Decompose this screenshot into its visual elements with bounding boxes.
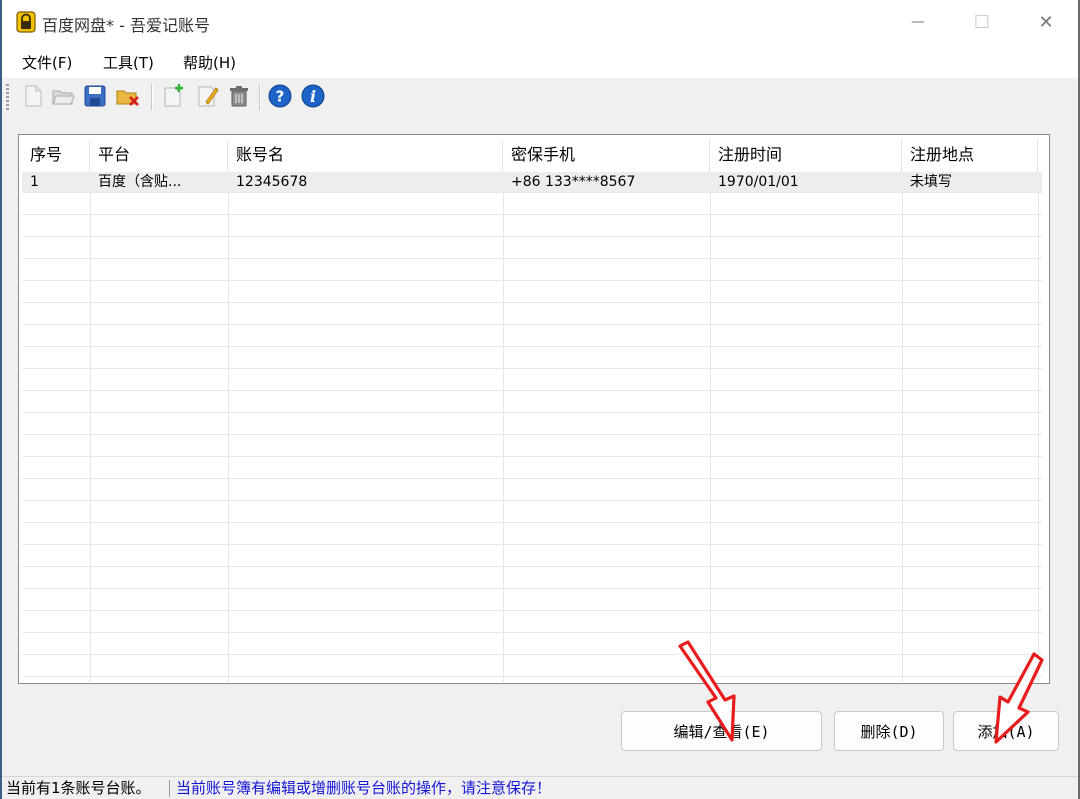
new-file-icon[interactable] bbox=[20, 83, 46, 109]
empty-row bbox=[22, 590, 1042, 611]
empty-row bbox=[22, 656, 1042, 677]
table-row[interactable]: 1 百度（含贴... 12345678 +86 133****8567 1970… bbox=[22, 172, 1042, 193]
cell-platform: 百度（含贴... bbox=[98, 174, 182, 190]
column-header-phone[interactable]: 密保手机 bbox=[503, 140, 710, 172]
empty-row bbox=[22, 238, 1042, 259]
status-record-count: 当前有1条账号台账。 bbox=[6, 779, 151, 797]
column-header-index[interactable]: 序号 bbox=[22, 140, 90, 172]
menu-help[interactable]: 帮助(H) bbox=[183, 52, 236, 73]
empty-row bbox=[22, 194, 1042, 215]
window-left-edge bbox=[0, 0, 2, 799]
window-title: 百度网盘* - 吾爱记账号 bbox=[42, 16, 210, 35]
menu-file[interactable]: 文件(F) bbox=[22, 52, 72, 73]
column-header-reg-place[interactable]: 注册地点 bbox=[902, 140, 1038, 172]
add-button[interactable]: 添加(A) bbox=[953, 711, 1059, 751]
empty-row bbox=[22, 326, 1042, 347]
menu-bar: 文件(F) 工具(T) 帮助(H) bbox=[2, 44, 1078, 78]
edit-view-button[interactable]: 编辑/查看(E) bbox=[621, 711, 822, 751]
empty-row bbox=[22, 282, 1042, 303]
svg-text:?: ? bbox=[276, 88, 285, 106]
info-icon[interactable]: i bbox=[300, 83, 326, 109]
empty-row bbox=[22, 524, 1042, 545]
status-save-warning: 当前账号簿有编辑或增删账号台账的操作，请注意保存！ bbox=[176, 779, 552, 797]
empty-row bbox=[22, 568, 1042, 589]
empty-row bbox=[22, 634, 1042, 655]
cell-reg-date: 1970/01/01 bbox=[718, 174, 799, 190]
save-icon[interactable] bbox=[82, 83, 108, 109]
delete-button[interactable]: 删除(D) bbox=[834, 711, 944, 751]
close-icon: ✕ bbox=[1038, 11, 1054, 33]
account-list[interactable]: 序号 平台 账号名 密保手机 注册时间 注册地点 1 百度（含贴... 1234… bbox=[18, 134, 1050, 684]
column-header-platform[interactable]: 平台 bbox=[90, 140, 228, 172]
maximize-icon: ☐ bbox=[973, 11, 991, 33]
minimize-button[interactable]: — bbox=[898, 6, 938, 38]
toolbar: ? i bbox=[2, 78, 1078, 116]
status-bar: 当前有1条账号台账。 当前账号簿有编辑或增删账号台账的操作，请注意保存！ bbox=[2, 776, 1078, 799]
empty-row bbox=[22, 304, 1042, 325]
cell-index: 1 bbox=[30, 174, 39, 190]
empty-row bbox=[22, 480, 1042, 501]
empty-row bbox=[22, 348, 1042, 369]
minimize-icon: — bbox=[911, 14, 925, 30]
empty-row bbox=[22, 502, 1042, 523]
cell-phone: +86 133****8567 bbox=[511, 174, 636, 190]
maximize-button[interactable]: ☐ bbox=[962, 6, 1002, 38]
empty-row bbox=[22, 260, 1042, 281]
empty-row bbox=[22, 436, 1042, 457]
empty-row bbox=[22, 392, 1042, 413]
menu-tools[interactable]: 工具(T) bbox=[103, 52, 154, 73]
close-button[interactable]: ✕ bbox=[1026, 6, 1066, 38]
delete-record-icon[interactable] bbox=[226, 83, 252, 109]
toolbar-separator bbox=[151, 84, 153, 110]
empty-row bbox=[22, 546, 1042, 567]
column-header-reg-date[interactable]: 注册时间 bbox=[710, 140, 902, 172]
close-file-icon[interactable] bbox=[115, 83, 141, 109]
help-icon[interactable]: ? bbox=[267, 83, 293, 109]
open-folder-icon[interactable] bbox=[50, 83, 76, 109]
add-record-icon[interactable] bbox=[160, 83, 186, 109]
cell-reg-place: 未填写 bbox=[910, 174, 952, 190]
empty-row bbox=[22, 612, 1042, 633]
column-header-account[interactable]: 账号名 bbox=[228, 140, 503, 172]
edit-record-icon[interactable] bbox=[194, 83, 220, 109]
empty-row bbox=[22, 216, 1042, 237]
empty-row bbox=[22, 370, 1042, 391]
svg-text:i: i bbox=[310, 87, 316, 106]
title-bar[interactable]: 百度网盘* - 吾爱记账号 — ☐ ✕ bbox=[2, 0, 1078, 44]
status-separator bbox=[169, 780, 170, 797]
empty-row bbox=[22, 414, 1042, 435]
empty-row bbox=[22, 458, 1042, 479]
toolbar-grip[interactable] bbox=[6, 84, 9, 110]
app-lock-icon bbox=[16, 11, 36, 33]
empty-row bbox=[22, 678, 1042, 683]
toolbar-separator bbox=[259, 84, 261, 110]
cell-account: 12345678 bbox=[236, 174, 308, 190]
list-body: 1 百度（含贴... 12345678 +86 133****8567 1970… bbox=[22, 172, 1042, 682]
list-header: 序号 平台 账号名 密保手机 注册时间 注册地点 bbox=[22, 140, 1042, 172]
